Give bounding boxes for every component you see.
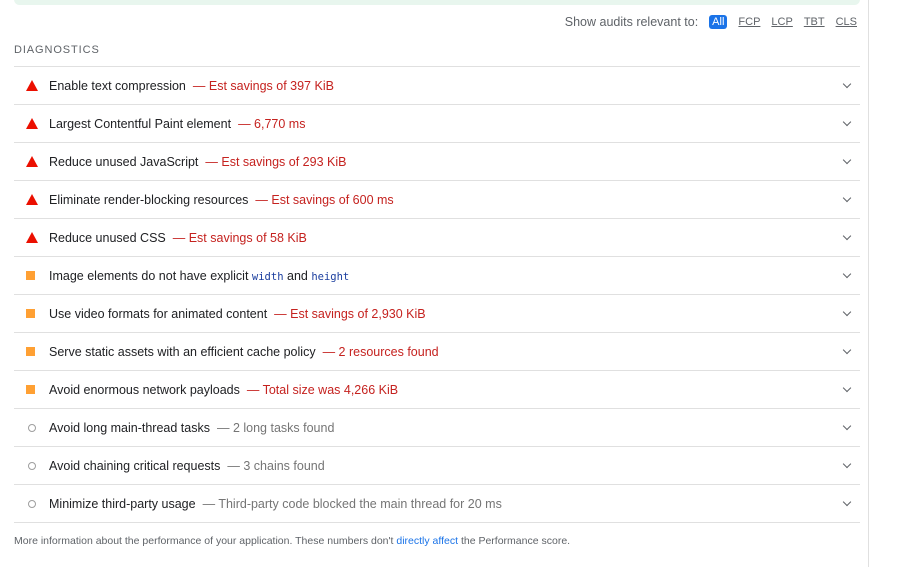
fail-triangle-icon (26, 156, 38, 167)
filter-cls[interactable]: CLS (836, 16, 857, 28)
filter-tbt[interactable]: TBT (804, 16, 825, 28)
average-square-icon (26, 271, 35, 280)
chevron-down-icon[interactable] (842, 193, 852, 203)
audit-filter: Show audits relevant to: All FCP LCP TBT… (565, 15, 857, 29)
chevron-down-icon[interactable] (842, 459, 852, 469)
chevron-down-icon[interactable] (842, 307, 852, 317)
audit-row[interactable]: Enable text compression — Est savings of… (14, 67, 860, 105)
filter-label: Show audits relevant to: (564, 15, 699, 29)
audit-row[interactable]: Avoid long main-thread tasks — 2 long ta… (14, 409, 860, 447)
audit-display-value: — 2 resources found (322, 344, 439, 359)
chevron-down-icon[interactable] (842, 231, 852, 241)
info-circle-icon (28, 461, 36, 470)
audit-row[interactable]: Reduce unused CSS — Est savings of 58 Ki… (14, 219, 860, 257)
audit-title: Use video formats for animated content (49, 306, 268, 321)
audit-display-value: — 3 chains found (227, 458, 325, 473)
chevron-down-icon[interactable] (842, 117, 852, 127)
info-circle-icon (28, 499, 36, 508)
audit-title: Image elements do not have explicit widt… (49, 268, 350, 283)
audit-display-value: — 2 long tasks found (216, 420, 335, 435)
fail-triangle-icon (26, 194, 38, 205)
section-title: DIAGNOSTICS (14, 44, 100, 56)
audit-title: Avoid enormous network payloads (49, 382, 240, 397)
audit-row[interactable]: Largest Contentful Paint element — 6,770… (14, 105, 860, 143)
audit-title: Eliminate render-blocking resources (49, 192, 249, 207)
audit-row[interactable]: Eliminate render-blocking resources — Es… (14, 181, 860, 219)
audit-title: Avoid long main-thread tasks (49, 420, 210, 435)
average-square-icon (26, 385, 35, 394)
audit-display-value: — Third-party code blocked the main thre… (202, 496, 502, 511)
audit-display-value: — Est savings of 293 KiB (205, 154, 347, 169)
audit-row[interactable]: Avoid enormous network payloads — Total … (14, 371, 860, 409)
score-bar-edge (14, 0, 860, 5)
audit-display-value: — Est savings of 600 ms (255, 192, 394, 207)
audit-row[interactable]: Use video formats for animated content —… (14, 295, 860, 333)
audit-title: Minimize third-party usage (49, 496, 196, 511)
chevron-down-icon[interactable] (842, 383, 852, 393)
audit-display-value: — Est savings of 2,930 KiB (274, 306, 426, 321)
audit-title: Largest Contentful Paint element (49, 116, 232, 131)
footer-note: More information about the performance o… (14, 535, 571, 547)
audit-row[interactable]: Serve static assets with an efficient ca… (14, 333, 860, 371)
fail-triangle-icon (26, 118, 38, 129)
audit-title: Avoid chaining critical requests (49, 458, 221, 473)
chevron-down-icon[interactable] (842, 345, 852, 355)
audit-display-value: — Total size was 4,266 KiB (246, 382, 399, 397)
fail-triangle-icon (26, 80, 38, 91)
chevron-down-icon[interactable] (842, 421, 852, 431)
audit-title: Reduce unused JavaScript (49, 154, 199, 169)
chevron-down-icon[interactable] (842, 269, 852, 279)
chevron-down-icon[interactable] (842, 79, 852, 89)
diagnostics-panel: Show audits relevant to: All FCP LCP TBT… (0, 0, 869, 567)
code-width: width (251, 270, 284, 283)
average-square-icon (26, 347, 35, 356)
audit-row[interactable]: Reduce unused JavaScript — Est savings o… (14, 143, 860, 181)
audit-title: Reduce unused CSS (49, 230, 166, 245)
audit-row[interactable]: Image elements do not have explicit widt… (14, 257, 860, 295)
filter-lcp[interactable]: LCP (771, 16, 792, 28)
audit-display-value: — Est savings of 397 KiB (192, 78, 334, 93)
audit-list: Enable text compression — Est savings of… (14, 66, 860, 523)
audit-title: Enable text compression (49, 78, 186, 93)
filter-all[interactable]: All (709, 15, 728, 29)
chevron-down-icon[interactable] (842, 497, 852, 507)
average-square-icon (26, 309, 35, 318)
filter-fcp[interactable]: FCP (738, 16, 760, 28)
audit-row[interactable]: Minimize third-party usage — Third-party… (14, 485, 860, 523)
directly-affect-link[interactable]: directly affect (396, 535, 458, 547)
audit-title: Serve static assets with an efficient ca… (49, 344, 316, 359)
fail-triangle-icon (26, 232, 38, 243)
info-circle-icon (28, 423, 36, 432)
chevron-down-icon[interactable] (842, 155, 852, 165)
audit-display-value: — 6,770 ms (238, 116, 306, 131)
code-height: height (311, 270, 350, 283)
audit-row[interactable]: Avoid chaining critical requests — 3 cha… (14, 447, 860, 485)
audit-display-value: — Est savings of 58 KiB (172, 230, 307, 245)
